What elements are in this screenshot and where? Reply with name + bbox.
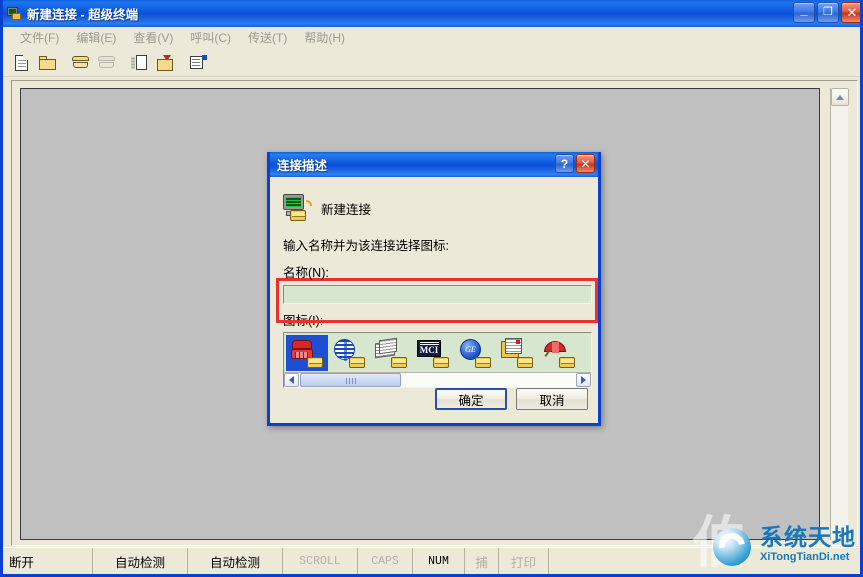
dialog-prompt-text: 输入名称并为该连接选择图标: xyxy=(283,239,449,253)
toolbar-separator-3 xyxy=(179,62,186,63)
connection-description-dialog: 连接描述 ? ✕ 新建连接 输入名称并为该连接选择图标: 名称(N): 图标(I… xyxy=(267,152,601,426)
dialog-header: 新建连接 xyxy=(282,191,588,225)
menu-file[interactable]: 文件(F) xyxy=(12,27,68,48)
status-detect-protocol: 自动检测 xyxy=(188,548,283,574)
icon-item-red-telephone[interactable] xyxy=(286,335,328,371)
help-icon: ? xyxy=(560,156,569,171)
status-print: 打印 xyxy=(499,548,549,574)
dialog-header-caption: 新建连接 xyxy=(321,202,372,217)
icon-item-ge-globe[interactable] xyxy=(454,335,496,371)
icon-item-documents[interactable] xyxy=(496,335,538,371)
receive-file-icon xyxy=(156,54,174,71)
call-icon xyxy=(71,56,89,69)
dialog-body: 新建连接 输入名称并为该连接选择图标: 名称(N): 图标(I): MCI GE… xyxy=(270,177,598,423)
status-filler xyxy=(549,548,860,574)
newspaper-icon xyxy=(375,337,407,368)
menubar: 文件(F) 编辑(E) 查看(V) 呼叫(C) 传送(T) 帮助(H) xyxy=(3,27,860,49)
hangup-icon xyxy=(97,56,115,69)
toolbar-send-file[interactable] xyxy=(127,51,151,74)
menu-transfer[interactable]: 传送(T) xyxy=(240,27,296,48)
toolbar xyxy=(3,49,860,77)
toolbar-receive-file[interactable] xyxy=(153,51,177,74)
minimize-icon: _ xyxy=(800,1,808,17)
chevron-right-icon xyxy=(581,376,586,384)
mci-logo-icon: MCI xyxy=(417,338,449,368)
toolbar-new-connection[interactable] xyxy=(9,51,33,74)
scroll-up-button[interactable] xyxy=(831,88,849,106)
toolbar-properties[interactable] xyxy=(186,51,210,74)
icon-item-mci[interactable]: MCI xyxy=(412,335,454,371)
icon-item-newspaper[interactable] xyxy=(370,335,412,371)
cancel-button[interactable]: 取消 xyxy=(516,388,588,410)
toolbar-hangup xyxy=(94,51,118,74)
open-file-icon xyxy=(38,55,56,70)
statusbar: 断开 自动检测 自动检测 SCROLL CAPS NUM 捕 打印 xyxy=(3,547,860,574)
toolbar-call[interactable] xyxy=(68,51,92,74)
dialog-button-row: 确定 取消 xyxy=(435,388,588,410)
window-controls: _ ❐ ✕ xyxy=(793,2,860,23)
icon-listbox-horizontal-scrollbar[interactable] xyxy=(284,372,591,387)
status-num-lock: NUM xyxy=(413,548,465,574)
dialog-titlebar: 连接描述 ? ✕ xyxy=(270,152,598,177)
close-button[interactable]: ✕ xyxy=(841,2,860,23)
dialog-close-button[interactable]: ✕ xyxy=(576,154,595,173)
scroll-left-button[interactable] xyxy=(284,373,299,387)
hyperterminal-window: 新建连接 - 超级终端 _ ❐ ✕ 文件(F) 编辑(E) 查看(V) 呼叫(C… xyxy=(0,0,863,577)
red-umbrella-icon xyxy=(543,338,575,368)
status-detect-speed: 自动检测 xyxy=(93,548,188,574)
chevron-up-icon xyxy=(836,94,844,100)
toolbar-open-file[interactable] xyxy=(35,51,59,74)
blue-globe-icon xyxy=(333,338,365,368)
menu-call[interactable]: 呼叫(C) xyxy=(182,27,240,48)
close-icon: ✕ xyxy=(580,156,591,171)
status-scroll-lock: SCROLL xyxy=(283,548,358,574)
toolbar-separator-1 xyxy=(61,62,68,63)
properties-icon xyxy=(190,55,207,70)
minimize-button[interactable]: _ xyxy=(793,2,815,23)
toolbar-separator-2 xyxy=(120,62,127,63)
maximize-button[interactable]: ❐ xyxy=(817,2,839,23)
icon-listbox[interactable]: MCI xyxy=(283,332,592,388)
status-capture: 捕 xyxy=(465,548,499,574)
icon-listbox-items: MCI xyxy=(284,333,591,372)
scrollbar-track[interactable] xyxy=(299,373,576,387)
menu-help[interactable]: 帮助(H) xyxy=(296,27,354,48)
status-connection: 断开 xyxy=(3,548,93,574)
icon-item-red-umbrella[interactable] xyxy=(538,335,580,371)
ge-globe-icon xyxy=(459,338,491,368)
ok-button[interactable]: 确定 xyxy=(435,388,507,410)
new-connection-large-icon xyxy=(282,194,312,222)
terminal-vertical-scrollbar[interactable] xyxy=(830,88,849,540)
red-telephone-icon xyxy=(291,338,323,368)
chevron-left-icon xyxy=(289,376,294,384)
send-file-icon xyxy=(130,54,148,71)
scroll-right-button[interactable] xyxy=(576,373,591,387)
close-icon: ✕ xyxy=(846,5,858,20)
window-titlebar: 新建连接 - 超级终端 _ ❐ ✕ xyxy=(3,0,860,27)
menu-edit[interactable]: 编辑(E) xyxy=(68,27,125,48)
scrollbar-thumb[interactable] xyxy=(300,373,401,387)
dialog-title: 连接描述 xyxy=(277,159,328,173)
status-caps-lock: CAPS xyxy=(358,548,413,574)
dialog-help-button[interactable]: ? xyxy=(555,154,574,173)
mci-logo-label: MCI xyxy=(419,345,439,355)
name-field-group: 名称(N): xyxy=(283,262,592,304)
window-title: 新建连接 - 超级终端 xyxy=(27,8,139,22)
icon-item-blue-globe[interactable] xyxy=(328,335,370,371)
maximize-icon: ❐ xyxy=(823,6,833,18)
name-field-label: 名称(N): xyxy=(283,266,329,280)
dialog-controls: ? ✕ xyxy=(555,154,595,173)
menu-view[interactable]: 查看(V) xyxy=(125,27,182,48)
new-connection-icon xyxy=(14,54,28,71)
name-input[interactable] xyxy=(283,285,592,304)
documents-icon xyxy=(501,338,533,368)
icon-field-label: 图标(I): xyxy=(283,314,324,328)
modem-connection-icon xyxy=(7,6,23,22)
